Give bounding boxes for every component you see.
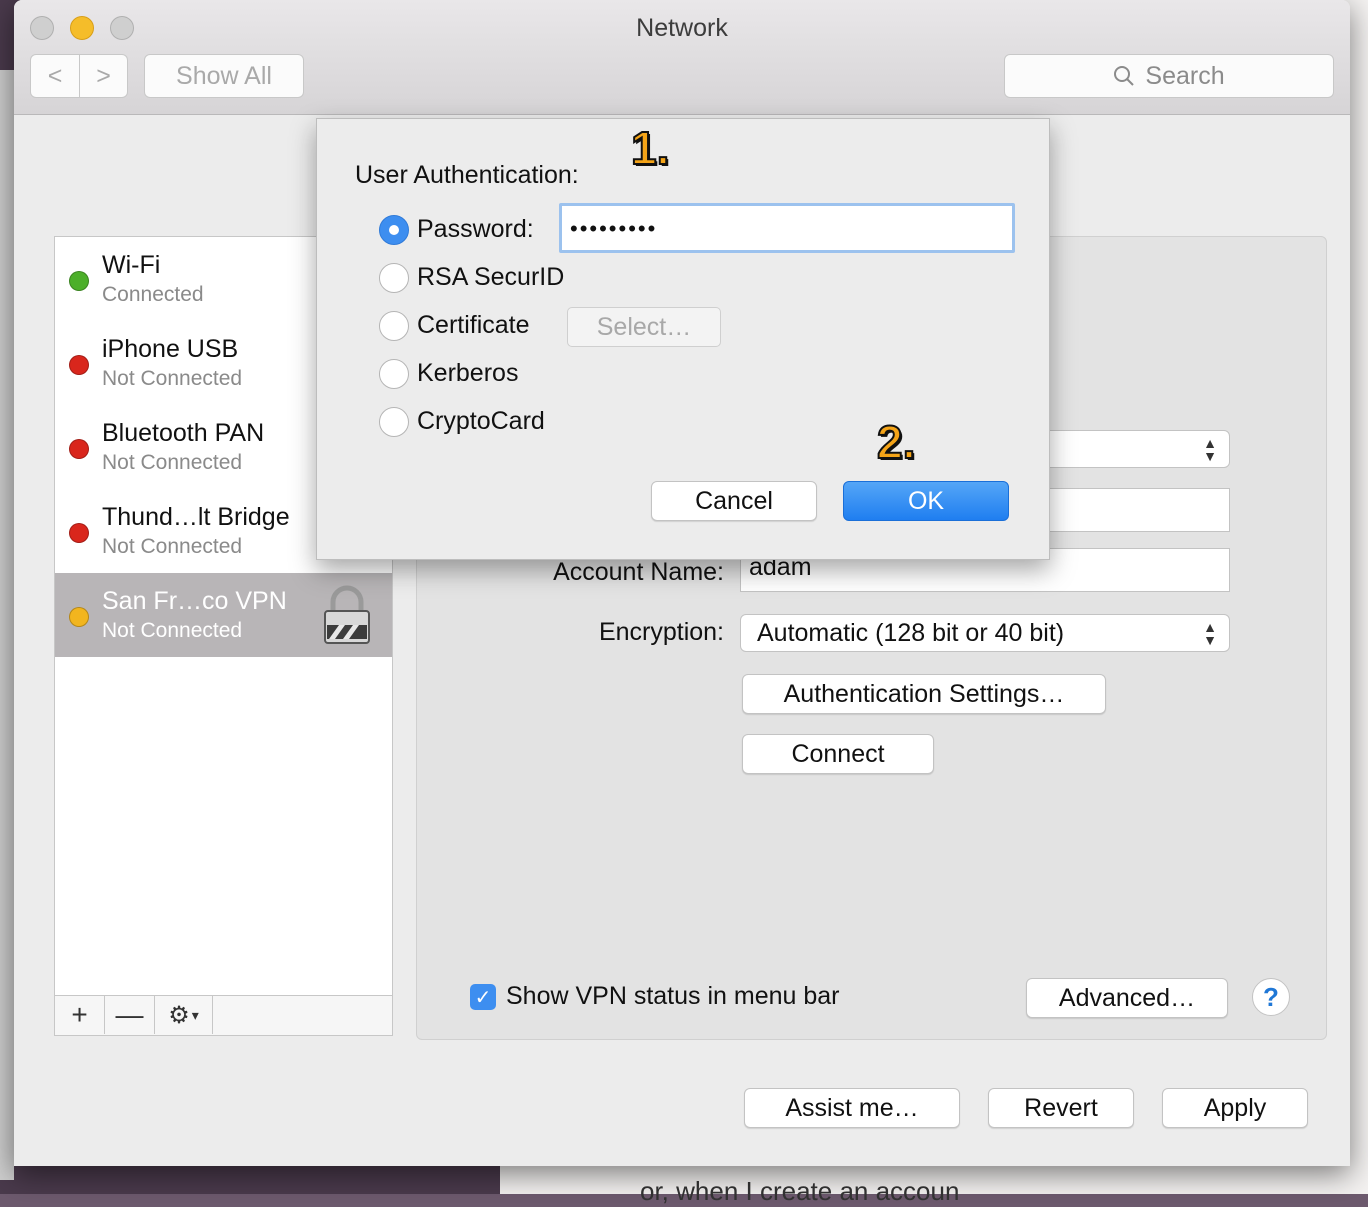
rsa-securid-radio-label: RSA SecurID — [417, 263, 565, 291]
select-certificate-button[interactable]: Select… — [567, 307, 721, 347]
checkmark-icon: ✓ — [474, 986, 492, 1009]
apply-button[interactable]: Apply — [1162, 1088, 1308, 1128]
service-status: Not Connected — [102, 451, 243, 474]
password-radio-label: Password: — [417, 215, 534, 243]
service-list-toolbar: + — ⚙ ▾ — [54, 996, 393, 1036]
toolbar: Network < > Show All Search — [14, 0, 1350, 115]
sheet-title: User Authentication: — [355, 161, 579, 189]
show-vpn-status-label: Show VPN status in menu bar — [506, 982, 840, 1010]
window-title: Network — [636, 14, 728, 42]
encryption-popup[interactable]: Automatic (128 bit or 40 bit) ▲ ▼ — [740, 614, 1230, 652]
rsa-securid-radio[interactable] — [379, 263, 409, 293]
advanced-button[interactable]: Advanced… — [1026, 978, 1228, 1018]
service-name: Bluetooth PAN — [102, 419, 265, 447]
user-authentication-sheet: User Authentication: Password: •••••••••… — [316, 118, 1050, 560]
status-dot-icon — [69, 271, 89, 291]
cryptocard-radio[interactable] — [379, 407, 409, 437]
authentication-settings-button[interactable]: Authentication Settings… — [742, 674, 1106, 714]
show-all-button[interactable]: Show All — [144, 54, 304, 98]
connect-button[interactable]: Connect — [742, 734, 934, 774]
add-service-button[interactable]: + — [55, 996, 105, 1034]
status-dot-icon — [69, 523, 89, 543]
step-2-annotation: 2. — [876, 415, 916, 469]
status-dot-icon — [69, 355, 89, 375]
forward-button[interactable]: > — [80, 54, 128, 98]
background-window-edge — [0, 70, 14, 1180]
cryptocard-radio-label: CryptoCard — [417, 407, 545, 435]
search-field[interactable]: Search — [1004, 54, 1334, 98]
search-placeholder: Search — [1145, 61, 1225, 90]
password-radio[interactable] — [379, 215, 409, 245]
certificate-radio[interactable] — [379, 311, 409, 341]
service-name: iPhone USB — [102, 335, 239, 363]
help-button[interactable]: ? — [1252, 978, 1290, 1016]
kerberos-radio-label: Kerberos — [417, 359, 519, 387]
step-1-annotation: 1. — [630, 121, 670, 175]
service-status: Not Connected — [102, 367, 243, 390]
lock-icon — [324, 585, 370, 644]
assist-me-button[interactable]: Assist me… — [744, 1088, 960, 1128]
popup-arrows-icon: ▲ ▼ — [1203, 435, 1217, 464]
service-name: San Fr…co VPN — [102, 587, 287, 615]
certificate-radio-label: Certificate — [417, 311, 530, 339]
server-address-field[interactable] — [1044, 488, 1230, 532]
configuration-popup[interactable]: ▲ ▼ — [1044, 430, 1230, 468]
remove-service-button[interactable]: — — [105, 996, 155, 1034]
service-status: Not Connected — [102, 619, 243, 642]
chevron-down-icon: ▾ — [191, 1006, 199, 1023]
network-window: Network < > Show All Search Wi-Fi Connec… — [14, 0, 1350, 1166]
revert-button[interactable]: Revert — [988, 1088, 1134, 1128]
service-name: Thund…lt Bridge — [102, 503, 290, 531]
service-status: Connected — [102, 283, 204, 306]
ok-button[interactable]: OK — [843, 481, 1009, 521]
background-document-text: or, when I create an accoun — [640, 1176, 960, 1206]
popup-arrows-icon: ▲ ▼ — [1203, 619, 1217, 648]
service-name: Wi-Fi — [102, 251, 161, 279]
password-field[interactable]: ••••••••• — [559, 203, 1015, 253]
encryption-value: Automatic (128 bit or 40 bit) — [757, 618, 1065, 647]
kerberos-radio[interactable] — [379, 359, 409, 389]
cancel-button[interactable]: Cancel — [651, 481, 817, 521]
back-button[interactable]: < — [30, 54, 80, 98]
service-item-vpn[interactable]: San Fr…co VPN Not Connected — [55, 573, 392, 657]
service-status: Not Connected — [102, 535, 243, 558]
encryption-label: Encryption: — [598, 618, 724, 646]
show-vpn-status-checkbox[interactable]: ✓ — [470, 984, 496, 1010]
search-icon — [1114, 66, 1135, 86]
account-name-label: Account Name: — [553, 558, 724, 586]
gear-menu-button[interactable]: ⚙ ▾ — [155, 996, 213, 1034]
status-dot-icon — [69, 439, 89, 459]
gear-icon: ⚙ — [168, 1001, 190, 1029]
status-dot-icon — [69, 607, 89, 627]
